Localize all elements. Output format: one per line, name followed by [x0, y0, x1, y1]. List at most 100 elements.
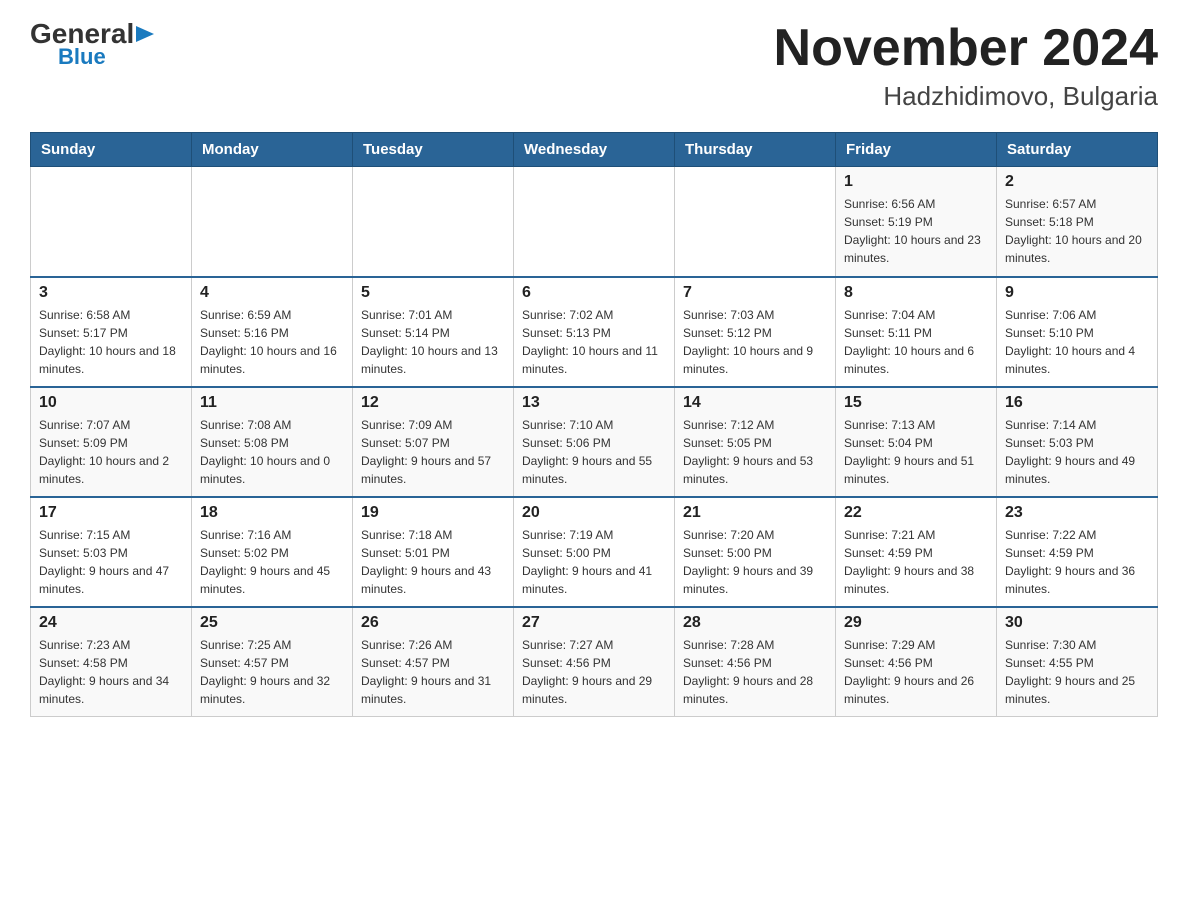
day-number: 14: [683, 394, 827, 412]
table-row: 24 Sunrise: 7:23 AMSunset: 4:58 PMDayligh…: [31, 607, 192, 717]
day-number: 18: [200, 504, 344, 522]
title-block: November 2024 Hadzhidimovo, Bulgaria: [774, 20, 1158, 112]
day-info: Sunrise: 7:03 AMSunset: 5:12 PMDaylight:…: [683, 306, 827, 378]
table-row: 9 Sunrise: 7:06 AMSunset: 5:10 PMDaylight…: [997, 277, 1158, 387]
day-number: 4: [200, 284, 344, 302]
table-row: 28Sunrise: 7:28 AMSunset: 4:56 PMDayligh…: [675, 607, 836, 717]
day-info: Sunrise: 7:19 AMSunset: 5:00 PMDaylight:…: [522, 526, 666, 598]
calendar-title: November 2024: [774, 20, 1158, 77]
table-row: 13 Sunrise: 7:10 AMSunset: 5:06 PMDayligh…: [514, 387, 675, 497]
day-info: Sunrise: 7:15 AMSunset: 5:03 PMDaylight:…: [39, 526, 183, 598]
day-number: 12: [361, 394, 505, 412]
table-row: 19 Sunrise: 7:18 AMSunset: 5:01 PMDayligh…: [353, 497, 514, 607]
day-info: Sunrise: 7:23 AMSunset: 4:58 PMDaylight:…: [39, 636, 183, 708]
day-info: Sunrise: 7:14 AMSunset: 5:03 PMDaylight:…: [1005, 416, 1149, 488]
table-row: 2 Sunrise: 6:57 AMSunset: 5:18 PMDaylight…: [997, 167, 1158, 277]
col-wednesday: Wednesday: [514, 133, 675, 167]
table-row: 17 Sunrise: 7:15 AMSunset: 5:03 PMDayligh…: [31, 497, 192, 607]
day-number: 9: [1005, 284, 1149, 302]
day-info: Sunrise: 7:04 AMSunset: 5:11 PMDaylight:…: [844, 306, 988, 378]
table-row: 23Sunrise: 7:22 AMSunset: 4:59 PMDayligh…: [997, 497, 1158, 607]
calendar-week-3: 10 Sunrise: 7:07 AMSunset: 5:09 PMDayligh…: [31, 387, 1158, 497]
day-info: Sunrise: 7:25 AMSunset: 4:57 PMDaylight:…: [200, 636, 344, 708]
col-tuesday: Tuesday: [353, 133, 514, 167]
day-info: Sunrise: 7:29 AMSunset: 4:56 PMDaylight:…: [844, 636, 988, 708]
day-info: Sunrise: 7:12 AMSunset: 5:05 PMDaylight:…: [683, 416, 827, 488]
day-number: 24: [39, 614, 183, 632]
day-number: 2: [1005, 173, 1149, 191]
day-info: Sunrise: 6:56 AMSunset: 5:19 PMDaylight:…: [844, 195, 988, 267]
day-number: 23: [1005, 504, 1149, 522]
col-thursday: Thursday: [675, 133, 836, 167]
day-number: 7: [683, 284, 827, 302]
day-number: 30: [1005, 614, 1149, 632]
day-number: 16: [1005, 394, 1149, 412]
day-number: 1: [844, 173, 988, 191]
table-row: 16 Sunrise: 7:14 AMSunset: 5:03 PMDayligh…: [997, 387, 1158, 497]
day-number: 22: [844, 504, 988, 522]
day-info: Sunrise: 7:06 AMSunset: 5:10 PMDaylight:…: [1005, 306, 1149, 378]
col-friday: Friday: [836, 133, 997, 167]
calendar-table: Sunday Monday Tuesday Wednesday Thursday…: [30, 132, 1158, 717]
day-number: 5: [361, 284, 505, 302]
day-number: 15: [844, 394, 988, 412]
col-monday: Monday: [192, 133, 353, 167]
day-number: 8: [844, 284, 988, 302]
calendar-week-2: 3Sunrise: 6:58 AMSunset: 5:17 PMDaylight…: [31, 277, 1158, 387]
table-row: 26 Sunrise: 7:26 AMSunset: 4:57 PMDayligh…: [353, 607, 514, 717]
day-info: Sunrise: 7:26 AMSunset: 4:57 PMDaylight:…: [361, 636, 505, 708]
day-info: Sunrise: 7:28 AMSunset: 4:56 PMDaylight:…: [683, 636, 827, 708]
day-number: 29: [844, 614, 988, 632]
table-row: 6Sunrise: 7:02 AMSunset: 5:13 PMDaylight…: [514, 277, 675, 387]
col-saturday: Saturday: [997, 133, 1158, 167]
day-number: 20: [522, 504, 666, 522]
table-row: 10 Sunrise: 7:07 AMSunset: 5:09 PMDayligh…: [31, 387, 192, 497]
table-row: [353, 167, 514, 277]
page-header: General Blue November 2024 Hadzhidimovo,…: [30, 20, 1158, 112]
day-info: Sunrise: 7:27 AMSunset: 4:56 PMDaylight:…: [522, 636, 666, 708]
table-row: 7 Sunrise: 7:03 AMSunset: 5:12 PMDaylight…: [675, 277, 836, 387]
day-number: 27: [522, 614, 666, 632]
calendar-header-row: Sunday Monday Tuesday Wednesday Thursday…: [31, 133, 1158, 167]
table-row: [675, 167, 836, 277]
day-info: Sunrise: 7:07 AMSunset: 5:09 PMDaylight:…: [39, 416, 183, 488]
day-number: 25: [200, 614, 344, 632]
day-number: 26: [361, 614, 505, 632]
day-number: 13: [522, 394, 666, 412]
table-row: [192, 167, 353, 277]
day-info: Sunrise: 7:13 AMSunset: 5:04 PMDaylight:…: [844, 416, 988, 488]
table-row: 11 Sunrise: 7:08 AMSunset: 5:08 PMDayligh…: [192, 387, 353, 497]
table-row: 25 Sunrise: 7:25 AMSunset: 4:57 PMDayligh…: [192, 607, 353, 717]
day-info: Sunrise: 7:08 AMSunset: 5:08 PMDaylight:…: [200, 416, 344, 488]
day-info: Sunrise: 7:16 AMSunset: 5:02 PMDaylight:…: [200, 526, 344, 598]
logo-arrow-icon: [136, 26, 154, 42]
logo: General Blue: [30, 20, 154, 70]
table-row: 27 Sunrise: 7:27 AMSunset: 4:56 PMDayligh…: [514, 607, 675, 717]
day-info: Sunrise: 7:18 AMSunset: 5:01 PMDaylight:…: [361, 526, 505, 598]
day-info: Sunrise: 6:58 AMSunset: 5:17 PMDaylight:…: [39, 306, 183, 378]
day-number: 11: [200, 394, 344, 412]
day-info: Sunrise: 7:09 AMSunset: 5:07 PMDaylight:…: [361, 416, 505, 488]
logo-blue-text: Blue: [58, 44, 106, 70]
table-row: [31, 167, 192, 277]
table-row: 15 Sunrise: 7:13 AMSunset: 5:04 PMDayligh…: [836, 387, 997, 497]
table-row: 1 Sunrise: 6:56 AMSunset: 5:19 PMDaylight…: [836, 167, 997, 277]
day-number: 6: [522, 284, 666, 302]
table-row: 5Sunrise: 7:01 AMSunset: 5:14 PMDaylight…: [353, 277, 514, 387]
calendar-week-4: 17 Sunrise: 7:15 AMSunset: 5:03 PMDayligh…: [31, 497, 1158, 607]
table-row: 20 Sunrise: 7:19 AMSunset: 5:00 PMDayligh…: [514, 497, 675, 607]
day-info: Sunrise: 6:57 AMSunset: 5:18 PMDaylight:…: [1005, 195, 1149, 267]
day-number: 19: [361, 504, 505, 522]
day-info: Sunrise: 7:20 AMSunset: 5:00 PMDaylight:…: [683, 526, 827, 598]
day-number: 10: [39, 394, 183, 412]
day-number: 17: [39, 504, 183, 522]
table-row: 3Sunrise: 6:58 AMSunset: 5:17 PMDaylight…: [31, 277, 192, 387]
day-info: Sunrise: 7:10 AMSunset: 5:06 PMDaylight:…: [522, 416, 666, 488]
day-number: 21: [683, 504, 827, 522]
table-row: 8 Sunrise: 7:04 AMSunset: 5:11 PMDaylight…: [836, 277, 997, 387]
table-row: 21 Sunrise: 7:20 AMSunset: 5:00 PMDayligh…: [675, 497, 836, 607]
calendar-week-1: 1 Sunrise: 6:56 AMSunset: 5:19 PMDaylight…: [31, 167, 1158, 277]
calendar-subtitle: Hadzhidimovo, Bulgaria: [774, 81, 1158, 112]
day-info: Sunrise: 7:21 AMSunset: 4:59 PMDaylight:…: [844, 526, 988, 598]
table-row: 22 Sunrise: 7:21 AMSunset: 4:59 PMDayligh…: [836, 497, 997, 607]
